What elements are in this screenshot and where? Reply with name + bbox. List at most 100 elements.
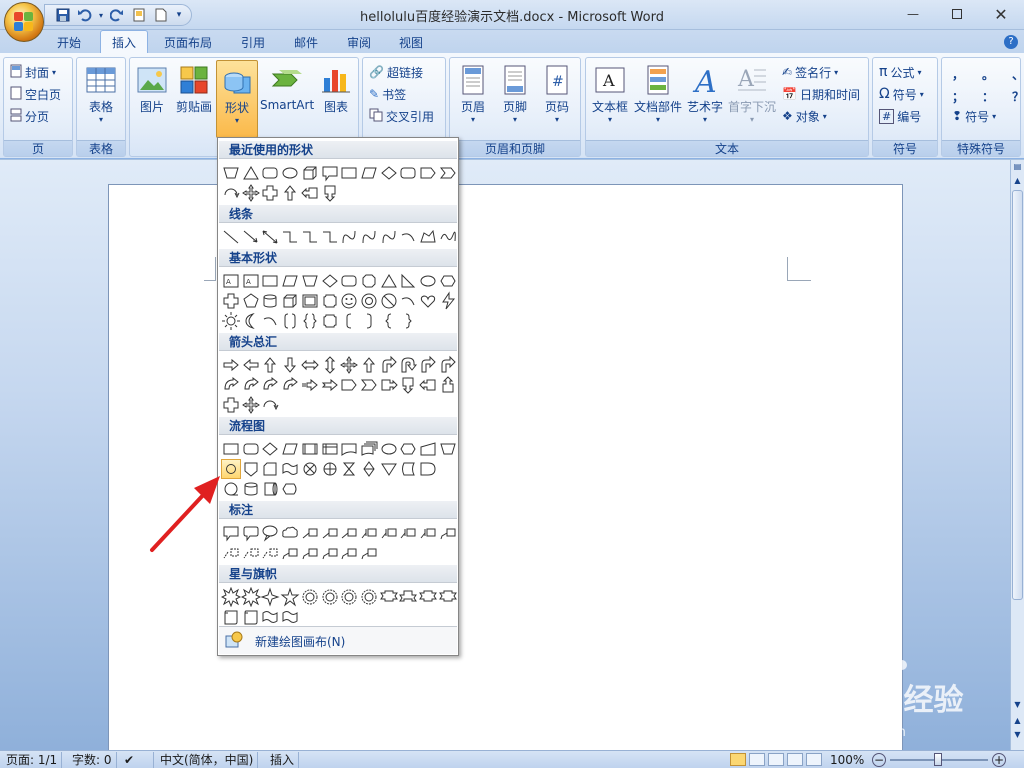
- shape-callacc-icon[interactable]: [359, 523, 379, 543]
- shape-tape-icon[interactable]: [280, 459, 300, 479]
- header-button[interactable]: 页眉 ▾: [452, 60, 494, 138]
- proofing-icon[interactable]: ✔: [120, 752, 154, 768]
- clipart-button[interactable]: 剪贴画: [174, 60, 214, 138]
- shape-rrect-icon[interactable]: [241, 439, 261, 459]
- shape-dblarrow-icon[interactable]: [260, 227, 280, 247]
- shape-plaque-icon[interactable]: [320, 311, 340, 331]
- print-layout-view-icon[interactable]: [730, 753, 746, 766]
- shape-elbow-icon[interactable]: [320, 227, 340, 247]
- bookmark-button[interactable]: ✎ 书签: [369, 84, 406, 104]
- shape-frame-icon[interactable]: [300, 291, 320, 311]
- shape-curvedarr-icon[interactable]: [221, 375, 241, 395]
- table-button[interactable]: 表格 ▾: [80, 60, 122, 138]
- shape-circarr-icon[interactable]: [221, 183, 241, 203]
- shape-cross-icon[interactable]: [221, 291, 241, 311]
- ruler-toggle-icon[interactable]: ▤: [1012, 162, 1023, 174]
- shape-para-icon[interactable]: [280, 271, 300, 291]
- wordart-button[interactable]: A 艺术字 ▾: [684, 60, 726, 138]
- shape-offpage-icon[interactable]: [241, 459, 261, 479]
- shape-seal-icon[interactable]: [359, 587, 379, 607]
- shape-callrect-icon[interactable]: [320, 163, 340, 183]
- shape-callline-icon[interactable]: [300, 523, 320, 543]
- zoom-out-icon[interactable]: −: [872, 753, 886, 767]
- shape-cross-icon[interactable]: [221, 395, 241, 415]
- shape-wave-icon[interactable]: [280, 607, 300, 627]
- maximize-button[interactable]: [934, 0, 980, 28]
- object-button[interactable]: ❖ 对象 ▾: [782, 106, 827, 126]
- shape-star4-icon[interactable]: [260, 587, 280, 607]
- footer-button[interactable]: 页脚 ▾: [494, 60, 536, 138]
- shape-collate-icon[interactable]: [339, 459, 359, 479]
- shape-prep-icon[interactable]: [398, 439, 418, 459]
- shape-elbow-icon[interactable]: [300, 227, 320, 247]
- shape-rtri-icon[interactable]: [398, 271, 418, 291]
- shape-callarr-icon[interactable]: [379, 375, 399, 395]
- shape-plaque-icon[interactable]: [320, 291, 340, 311]
- shape-drum-icon[interactable]: [260, 479, 280, 499]
- shape-para-icon[interactable]: [280, 439, 300, 459]
- shape-rrect-icon[interactable]: [339, 271, 359, 291]
- zoom-slider-thumb[interactable]: [934, 753, 942, 766]
- web-layout-view-icon[interactable]: [768, 753, 784, 766]
- shape-moon-icon[interactable]: [241, 311, 261, 331]
- shape-curve-icon[interactable]: [339, 227, 359, 247]
- shape-callacc-icon[interactable]: [398, 523, 418, 543]
- shape-scroll-icon[interactable]: [241, 607, 261, 627]
- shape-callline-icon[interactable]: [339, 523, 359, 543]
- shape-rarr-icon[interactable]: [221, 355, 241, 375]
- shape-doc-icon[interactable]: [339, 439, 359, 459]
- status-word-count[interactable]: 字数: 0: [68, 752, 117, 768]
- shape-curvedarr-icon[interactable]: [241, 375, 261, 395]
- shape-wave-icon[interactable]: [260, 607, 280, 627]
- shape-display-icon[interactable]: [280, 479, 300, 499]
- shape-predef-icon[interactable]: [300, 439, 320, 459]
- dropcap-button[interactable]: A 首字下沉 ▾: [726, 60, 778, 138]
- equation-button[interactable]: π 公式 ▾: [879, 62, 921, 82]
- shape-seal-icon[interactable]: [300, 587, 320, 607]
- shape-callbord-icon[interactable]: [300, 543, 320, 563]
- shape-oct-icon[interactable]: [359, 271, 379, 291]
- shape-rect-icon[interactable]: [221, 439, 241, 459]
- shape-uarr-icon[interactable]: [280, 183, 300, 203]
- zoom-in-icon[interactable]: +: [992, 753, 1006, 767]
- shape-circarr-icon[interactable]: [260, 395, 280, 415]
- shape-sumj-icon[interactable]: [300, 459, 320, 479]
- shape-rect-icon[interactable]: [260, 271, 280, 291]
- shape-orj-icon[interactable]: [320, 459, 340, 479]
- shape-callbord-icon[interactable]: [320, 543, 340, 563]
- special-char[interactable]: ；: [952, 88, 964, 105]
- outline-view-icon[interactable]: [787, 753, 803, 766]
- shape-callrr-icon[interactable]: [241, 523, 261, 543]
- shape-cube-icon[interactable]: [280, 291, 300, 311]
- vertical-scrollbar[interactable]: ▤ ▲ ▼ ▲ ▼: [1010, 160, 1024, 750]
- shape-callnob-icon[interactable]: [260, 543, 280, 563]
- quick-parts-button[interactable]: 文档部件 ▾: [632, 60, 684, 138]
- shape-pentarr-icon[interactable]: [418, 163, 438, 183]
- shape-pentarr-icon[interactable]: [339, 375, 359, 395]
- smartart-button[interactable]: SmartArt: [260, 60, 314, 138]
- shape-smiley-icon[interactable]: [339, 291, 359, 311]
- shape-callbord-icon[interactable]: [280, 543, 300, 563]
- shape-callnob-icon[interactable]: [241, 543, 261, 563]
- hyperlink-button[interactable]: 🔗 超链接: [369, 62, 423, 82]
- shape-darr-icon[interactable]: [280, 355, 300, 375]
- shape-curvedarr-icon[interactable]: [280, 375, 300, 395]
- shape-callline-icon[interactable]: [320, 523, 340, 543]
- shape-merge-icon[interactable]: [379, 459, 399, 479]
- shape-callbord-icon[interactable]: [438, 523, 458, 543]
- shape-quad-icon[interactable]: [241, 183, 261, 203]
- shape-arc-icon[interactable]: [398, 291, 418, 311]
- blank-page-button[interactable]: 空白页: [10, 84, 61, 104]
- shape-freef-icon[interactable]: [418, 227, 438, 247]
- chart-button[interactable]: 图表: [316, 60, 356, 138]
- shape-star5-icon[interactable]: [280, 587, 300, 607]
- shape-callov-icon[interactable]: [260, 523, 280, 543]
- shape-sun-icon[interactable]: [221, 311, 241, 331]
- shape-callup-icon[interactable]: [438, 375, 458, 395]
- shape-burst-icon[interactable]: [221, 587, 241, 607]
- shape-callbord-icon[interactable]: [339, 543, 359, 563]
- shape-curve-icon[interactable]: [359, 227, 379, 247]
- shape-bent-icon[interactable]: [379, 355, 399, 375]
- shape-para-icon[interactable]: [359, 163, 379, 183]
- shape-chevron-icon[interactable]: [438, 163, 458, 183]
